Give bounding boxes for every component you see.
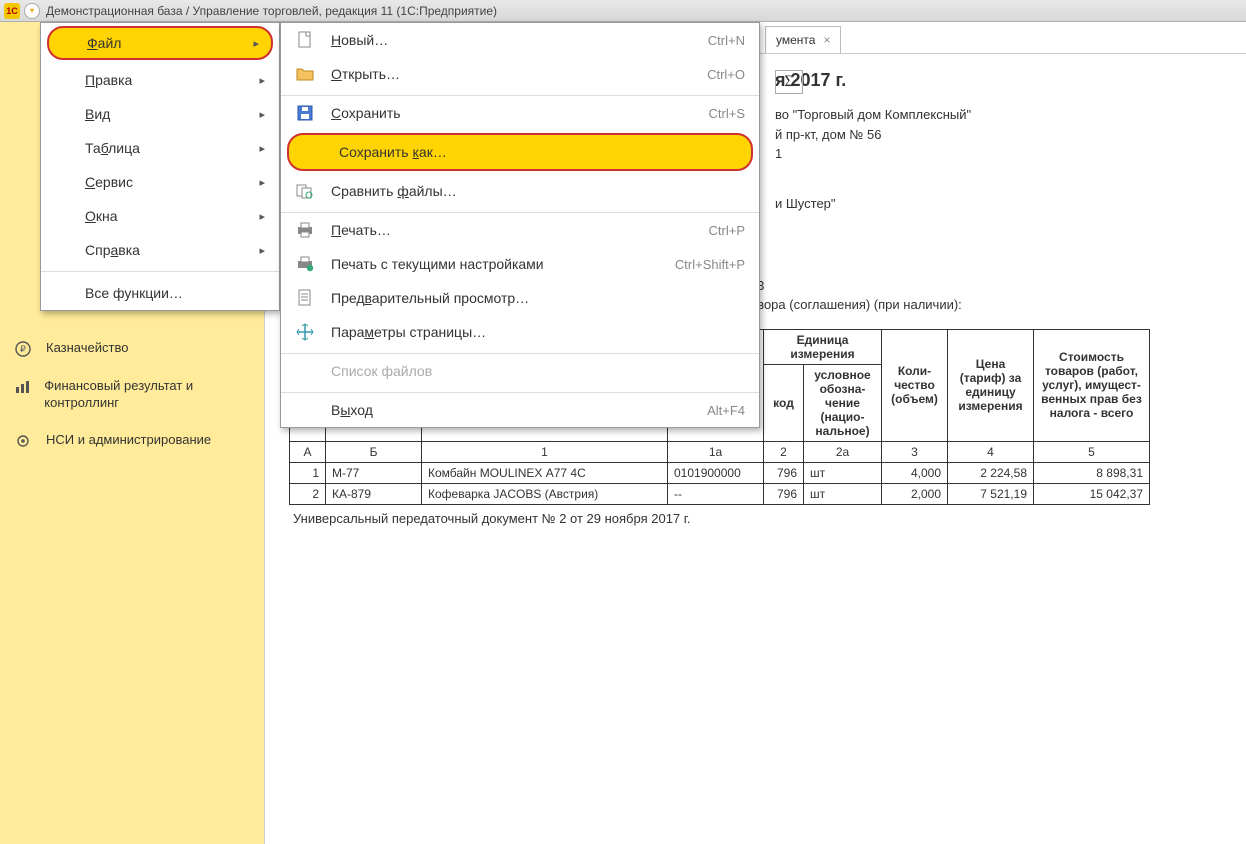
sidebar-item-admin[interactable]: НСИ и администрирование bbox=[0, 422, 264, 460]
sum-button[interactable]: Σ bbox=[775, 70, 803, 94]
menu-table[interactable]: Таблица▸ bbox=[41, 131, 279, 165]
compare-icon bbox=[295, 181, 315, 201]
window-title: Демонстрационная база / Управление торго… bbox=[46, 4, 497, 18]
save-icon bbox=[295, 103, 315, 123]
menu-edit[interactable]: Правка▸ bbox=[41, 63, 279, 97]
menu-filelist: Список файлов bbox=[281, 353, 759, 388]
close-icon[interactable]: × bbox=[823, 33, 830, 47]
open-folder-icon bbox=[295, 64, 315, 84]
menu-all-functions[interactable]: Все функции… bbox=[41, 271, 279, 310]
menu-compare[interactable]: Сравнить файлы… bbox=[281, 174, 759, 208]
new-file-icon bbox=[295, 30, 315, 50]
menu-print[interactable]: Печать… Ctrl+P bbox=[281, 212, 759, 247]
main-menu: Файл ▸ Правка▸ Вид▸ Таблица▸ Сервис▸ Окн… bbox=[40, 22, 280, 311]
menu-print-current[interactable]: Печать с текущими настройками Ctrl+Shift… bbox=[281, 247, 759, 281]
print-settings-icon bbox=[295, 254, 315, 274]
tab-document[interactable]: умента × bbox=[765, 26, 841, 53]
tab-label: умента bbox=[776, 33, 815, 47]
sidebar-item-label: НСИ и администрирование bbox=[46, 432, 211, 449]
menu-save-as[interactable]: Сохранить как… bbox=[287, 133, 753, 171]
menu-page-params[interactable]: Параметры страницы… bbox=[281, 315, 759, 349]
page-params-icon bbox=[295, 322, 315, 342]
ruble-icon: ₽ bbox=[14, 340, 32, 358]
gear-icon bbox=[14, 432, 32, 450]
sigma-icon: Σ bbox=[784, 73, 793, 91]
menu-preview[interactable]: Предварительный просмотр… bbox=[281, 281, 759, 315]
chart-icon bbox=[14, 378, 30, 396]
menu-open[interactable]: Открыть… Ctrl+O bbox=[281, 57, 759, 91]
preview-icon bbox=[295, 288, 315, 308]
file-submenu: Новый… Ctrl+N Открыть… Ctrl+O Сохранить … bbox=[280, 22, 760, 428]
print-icon bbox=[295, 220, 315, 240]
title-bar: 1C ▾ Демонстрационная база / Управление … bbox=[0, 0, 1246, 22]
sidebar-item-treasury[interactable]: ₽ Казначейство bbox=[0, 330, 264, 368]
menu-exit[interactable]: Выход Alt+F4 bbox=[281, 392, 759, 427]
table-subheader: А Б 1 1а 2 2а 3 4 5 bbox=[290, 441, 1150, 462]
table-row: 1 М-77 Комбайн MOULINEX А77 4С 010190000… bbox=[290, 462, 1150, 483]
menu-windows[interactable]: Окна▸ bbox=[41, 199, 279, 233]
menu-help[interactable]: Справка▸ bbox=[41, 233, 279, 267]
doc-footer: Универсальный передаточный документ № 2 … bbox=[275, 505, 1246, 526]
table-row: 2 КА-879 Кофеварка JACOBS (Австрия) -- 7… bbox=[290, 483, 1150, 504]
menu-view[interactable]: Вид▸ bbox=[41, 97, 279, 131]
dropdown-icon[interactable]: ▾ bbox=[24, 3, 40, 19]
app-logo-icon: 1C bbox=[4, 3, 20, 19]
menu-service[interactable]: Сервис▸ bbox=[41, 165, 279, 199]
menu-file[interactable]: Файл ▸ bbox=[47, 26, 273, 60]
sidebar-item-finresult[interactable]: Финансовый результат и контроллинг bbox=[0, 368, 264, 422]
svg-text:₽: ₽ bbox=[20, 344, 26, 354]
sidebar-item-label: Финансовый результат и контроллинг bbox=[44, 378, 250, 412]
menu-new[interactable]: Новый… Ctrl+N bbox=[281, 23, 759, 57]
chevron-right-icon: ▸ bbox=[253, 37, 259, 50]
menu-save[interactable]: Сохранить Ctrl+S bbox=[281, 95, 759, 130]
sidebar-item-label: Казначейство bbox=[46, 340, 128, 357]
